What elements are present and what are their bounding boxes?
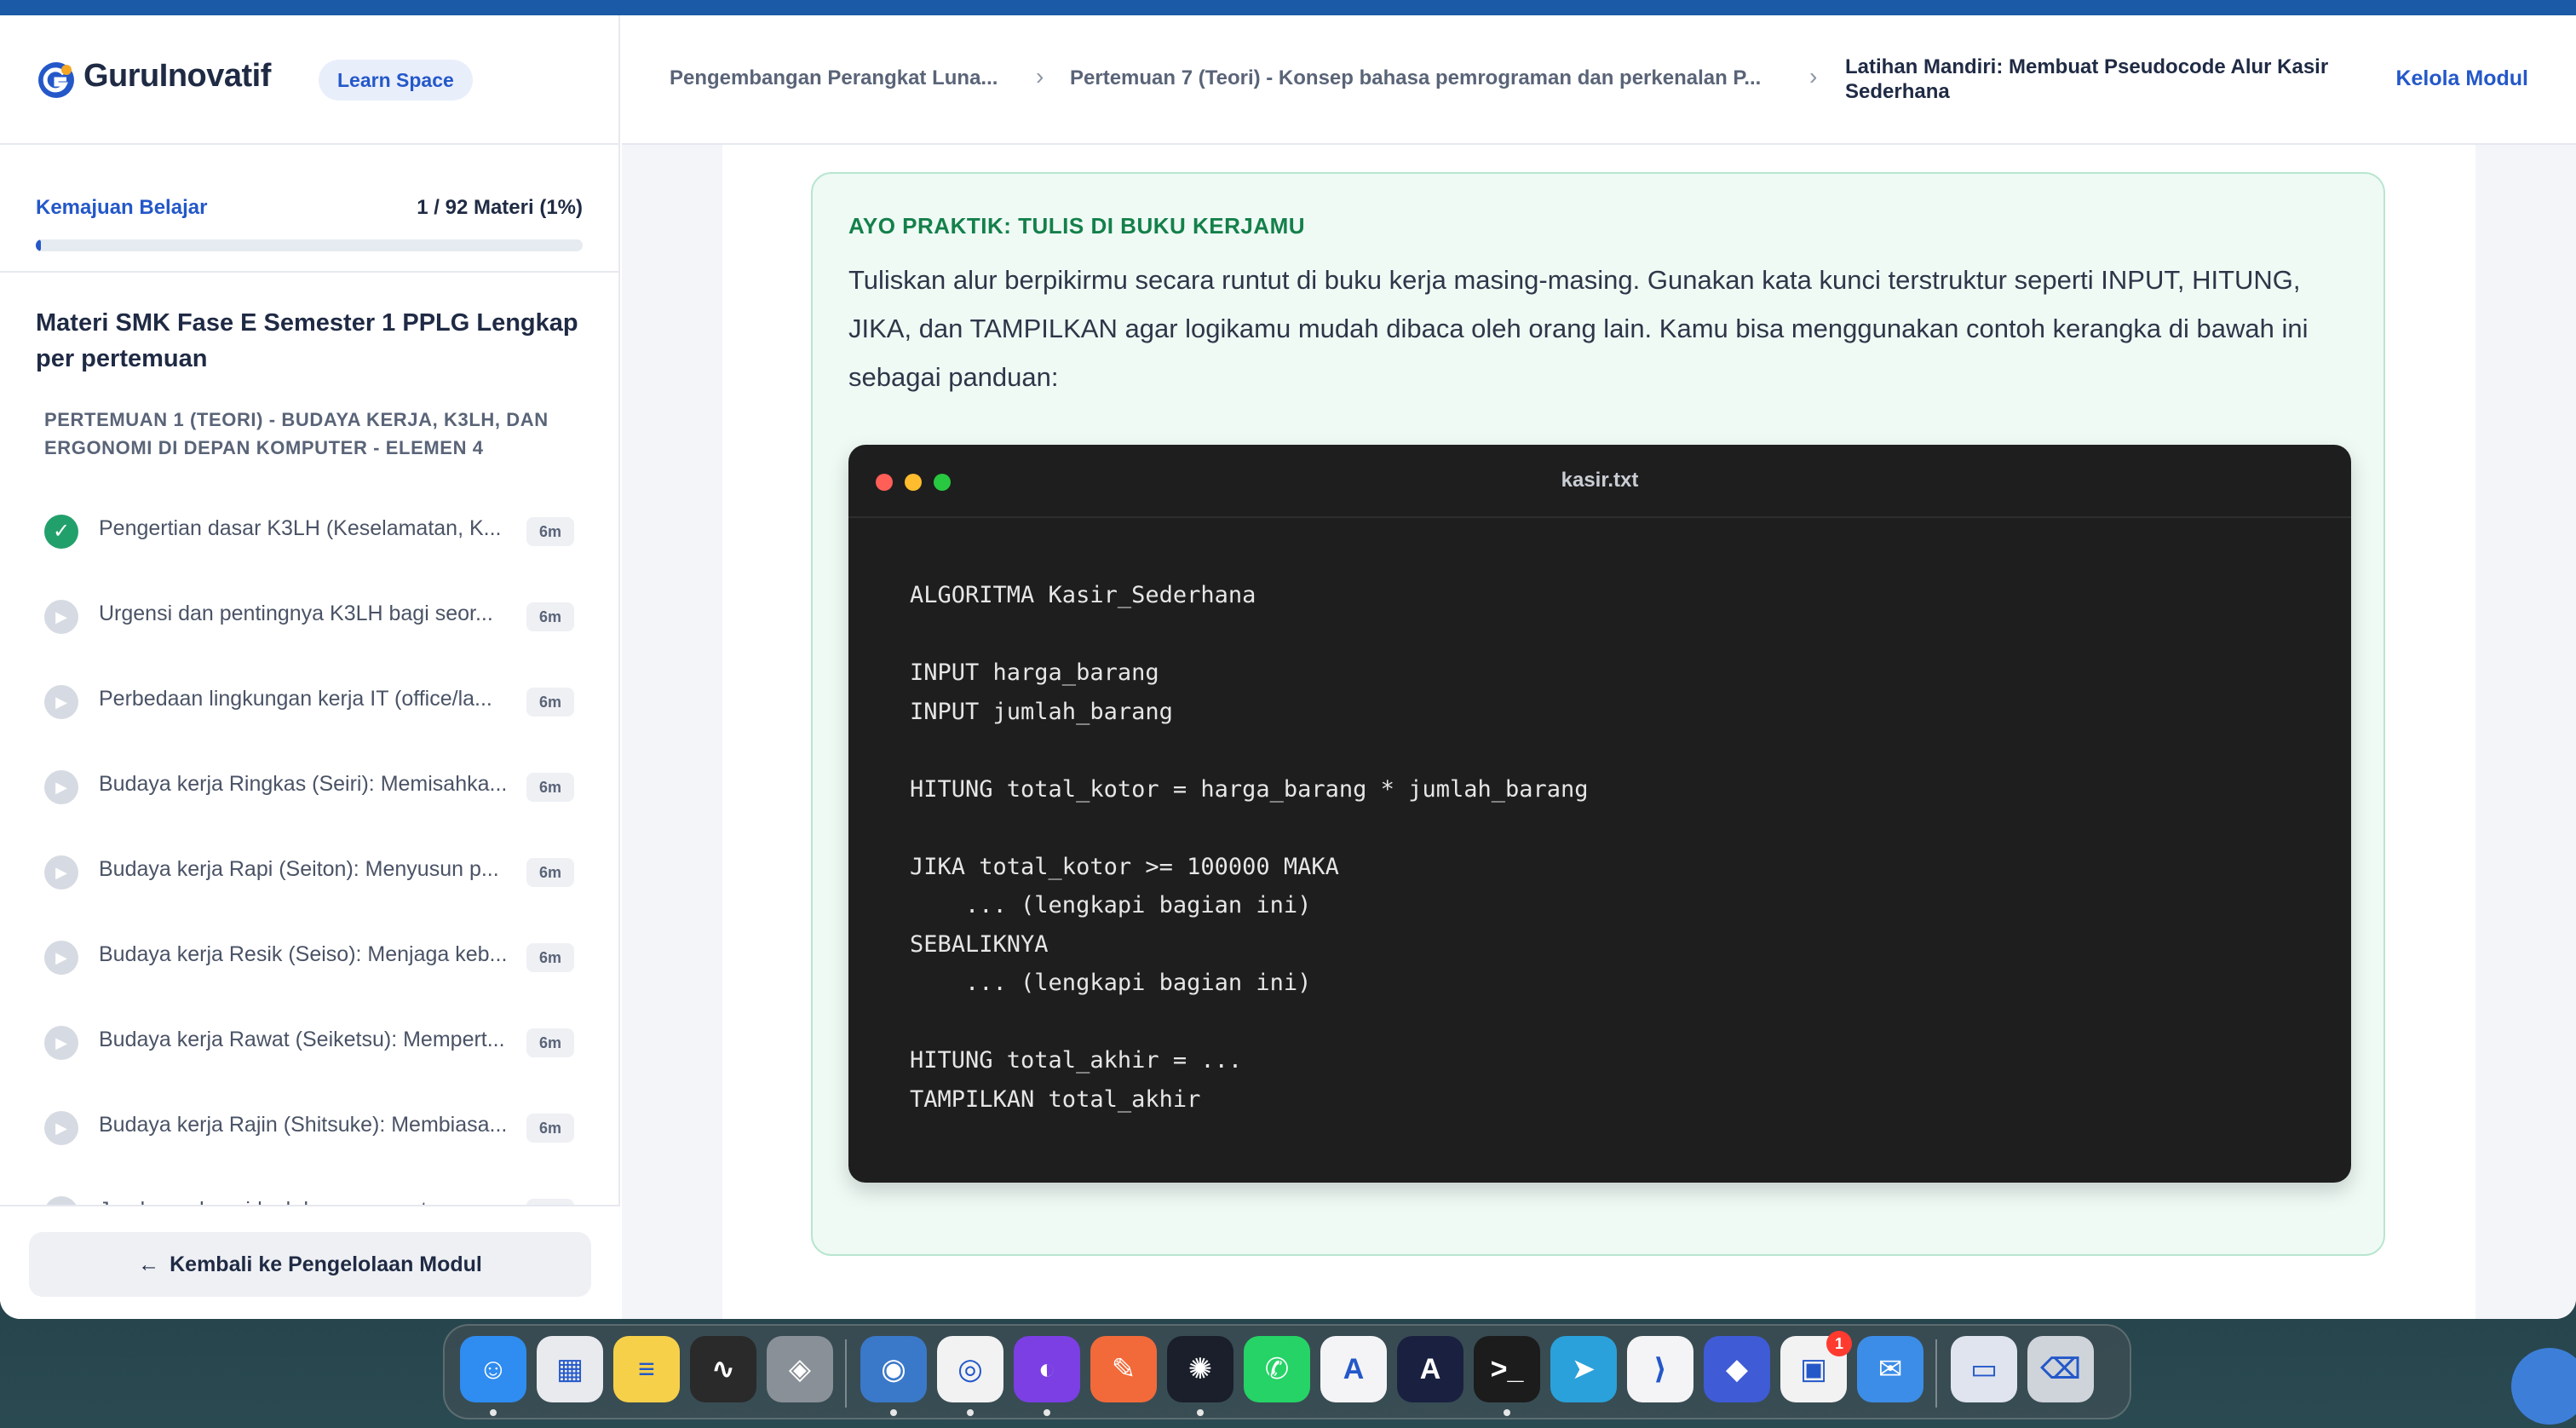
telegram-icon[interactable]: ➤	[1550, 1336, 1617, 1402]
back-button-label: Kembali ke Pengelolaan Modul	[170, 1252, 482, 1276]
play-circle-icon: ▶	[44, 600, 78, 634]
downloads-folder-icon[interactable]: ▭	[1951, 1336, 2017, 1402]
dock: ☺ ▦ ≡ ∿ ◈ ◉ ◎ ◐ ✎ ✺ ✆ A A >_ ➤ ⟩ ◆ ▣ 1 ✉ ▭ ⌫	[443, 1324, 2131, 1419]
affinity-photo-icon[interactable]: A	[1397, 1336, 1463, 1402]
lesson-item[interactable]: ▶ Budaya kerja Resik (Seiso): Menjaga keb…	[0, 915, 620, 1000]
lesson-title: Budaya kerja Rawat (Seiketsu): Mempert..…	[99, 1028, 505, 1051]
brand-bar: GuruInovatif Learn Space	[0, 15, 620, 145]
launchpad-icon[interactable]: ▦	[537, 1336, 603, 1402]
arrow-left-icon: ←	[138, 1252, 160, 1276]
dock-separator	[845, 1339, 847, 1408]
chevron-right-icon: ›	[1036, 63, 1044, 89]
lesson-title: Budaya kerja Ringkas (Seiri): Memisahka.…	[99, 772, 508, 796]
layers-icon[interactable]: ◈	[767, 1336, 833, 1402]
lesson-duration-badge: 6m	[526, 1114, 574, 1143]
chatgpt-icon[interactable]: ✺	[1167, 1336, 1233, 1402]
progress-count: 1 / 92 Materi (1%)	[417, 196, 583, 219]
sidebar-footer: ← Kembali ke Pengelolaan Modul	[0, 1205, 620, 1319]
lesson-item[interactable]: ▶ Budaya kerja Rapi (Seiton): Menyusun p.…	[0, 830, 620, 915]
microsoft-icon[interactable]: ▣ 1	[1780, 1331, 1852, 1402]
progress-bar	[36, 239, 583, 251]
lesson-title: Budaya kerja Rajin (Shitsuke): Membiasa.…	[99, 1113, 508, 1137]
lesson-duration-badge: 6m	[526, 858, 574, 887]
play-circle-icon: ▶	[44, 770, 78, 804]
pseudocode-text[interactable]: ALGORITMA Kasir_Sederhana INPUT harga_ba…	[910, 576, 2307, 1119]
breadcrumb-current: Latihan Mandiri: Membuat Pseudocode Alur…	[1845, 55, 2329, 103]
back-to-module-button[interactable]: ← Kembali ke Pengelolaan Modul	[29, 1232, 591, 1297]
terminal-icon[interactable]: >_	[1474, 1336, 1540, 1402]
firefox-icon[interactable]: ◐	[1014, 1336, 1080, 1402]
progress-bar-fill	[36, 239, 42, 251]
lesson-item[interactable]: ▶ Budaya kerja Ringkas (Seiri): Memisahka…	[0, 745, 620, 830]
play-circle-icon: ▶	[44, 685, 78, 719]
code-filename: kasir.txt	[1561, 469, 1639, 492]
content-column: AYO PRAKTIK: TULIS DI BUKU KERJAMU Tulis…	[722, 145, 2475, 1319]
chevron-right-icon: ›	[1809, 63, 1818, 89]
lesson-title: Pengertian dasar K3LH (Keselamatan, K...	[99, 516, 502, 540]
browser-window: GuruInovatif Learn Space Kemajuan Belaja…	[0, 15, 2576, 1319]
learn-space-badge[interactable]: Learn Space	[319, 60, 473, 101]
lesson-title: Budaya kerja Resik (Seiso): Menjaga keb.…	[99, 942, 508, 966]
manage-module-link[interactable]: Kelola Modul	[2395, 66, 2528, 91]
play-circle-icon: ▶	[44, 1026, 78, 1060]
running-indicator	[967, 1409, 974, 1416]
mail-icon[interactable]: ✉	[1857, 1336, 1923, 1402]
learning-progress: Kemajuan Belajar 1 / 92 Materi (1%)	[0, 145, 620, 273]
lesson-item[interactable]: ▶ Perbedaan lingkungan kerja IT (office/l…	[0, 659, 620, 745]
play-circle-icon: ▶	[44, 855, 78, 890]
whatsapp-icon[interactable]: ✆	[1244, 1336, 1310, 1402]
affinity-designer-icon[interactable]: A	[1320, 1336, 1387, 1402]
practice-instructions: Tuliskan alur berpikirmu secara runtut d…	[848, 265, 2309, 392]
messenger-icon[interactable]: ◆	[1704, 1336, 1770, 1402]
lesson-list: ✓ Pengertian dasar K3LH (Keselamatan, K..…	[0, 489, 620, 1222]
notification-badge: 1	[1826, 1331, 1852, 1356]
desktop-widget-icon	[2511, 1348, 2576, 1425]
breadcrumb-course[interactable]: Pengembangan Perangkat Luna...	[670, 66, 1036, 90]
top-accent-strip	[0, 0, 2576, 15]
lesson-item[interactable]: ▶ Budaya kerja Rawat (Seiketsu): Mempert.…	[0, 1000, 620, 1085]
brand-name[interactable]: GuruInovatif	[83, 58, 271, 95]
lesson-duration-badge: 6m	[526, 517, 574, 546]
lesson-duration-badge: 6m	[526, 773, 574, 802]
lesson-duration-badge: 6m	[526, 943, 574, 972]
lesson-title: Budaya kerja Rapi (Seiton): Menyusun p..…	[99, 857, 499, 881]
code-block: kasir.txt ALGORITMA Kasir_Sederhana INPU…	[848, 445, 2351, 1183]
breadcrumb-meeting[interactable]: Pertemuan 7 (Teori) - Konsep bahasa pemr…	[1070, 66, 1820, 90]
notes-icon[interactable]: ≡	[613, 1336, 680, 1402]
trash-icon[interactable]: ⌫	[2027, 1336, 2094, 1402]
running-indicator	[1504, 1409, 1510, 1416]
play-circle-icon: ▶	[44, 941, 78, 975]
activity-monitor-icon[interactable]: ∿	[690, 1336, 756, 1402]
code-titlebar: kasir.txt	[848, 445, 2351, 518]
finder-icon[interactable]: ☺	[460, 1336, 526, 1402]
running-indicator	[490, 1409, 497, 1416]
practice-card: AYO PRAKTIK: TULIS DI BUKU KERJAMU Tulis…	[811, 172, 2385, 1256]
lesson-duration-badge: 6m	[526, 688, 574, 717]
check-circle-icon: ✓	[44, 515, 78, 549]
lesson-item[interactable]: ✓ Pengertian dasar K3LH (Keselamatan, K..…	[0, 489, 620, 574]
lesson-item[interactable]: ▶ Budaya kerja Rajin (Shitsuke): Membiasa…	[0, 1085, 620, 1171]
lesson-duration-badge: 6m	[526, 1028, 574, 1057]
dock-separator	[1935, 1339, 1937, 1408]
lesson-title: Urgensi dan pentingnya K3LH bagi seor...	[99, 602, 493, 625]
top-header: Pengembangan Perangkat Luna... › Pertemu…	[622, 15, 2576, 145]
section-title: PERTEMUAN 1 (TEORI) - BUDAYA KERJA, K3LH…	[44, 409, 549, 458]
pencil-icon[interactable]: ✎	[1090, 1336, 1157, 1402]
running-indicator	[1044, 1409, 1050, 1416]
play-circle-icon: ▶	[44, 1111, 78, 1145]
running-indicator	[890, 1409, 897, 1416]
lesson-item[interactable]: ▶ Urgensi dan pentingnya K3LH bagi seor..…	[0, 574, 620, 659]
running-indicator	[1197, 1409, 1204, 1416]
lesson-title: Perbedaan lingkungan kerja IT (office/la…	[99, 687, 492, 711]
lesson-duration-badge: 6m	[526, 602, 574, 631]
practice-heading: AYO PRAKTIK: TULIS DI BUKU KERJAMU	[848, 213, 1306, 239]
course-title: Materi SMK Fase E Semester 1 PPLG Lengka…	[36, 309, 578, 372]
chrome-icon[interactable]: ◎	[937, 1336, 1003, 1402]
vscode-icon[interactable]: ⟩	[1627, 1336, 1693, 1402]
main-content: AYO PRAKTIK: TULIS DI BUKU KERJAMU Tulis…	[622, 145, 2576, 1319]
sidebar: GuruInovatif Learn Space Kemajuan Belaja…	[0, 15, 620, 1319]
brand-logo-icon[interactable]	[36, 60, 77, 101]
progress-label: Kemajuan Belajar	[36, 196, 208, 219]
disk-utility-icon[interactable]: ◉	[860, 1336, 927, 1402]
